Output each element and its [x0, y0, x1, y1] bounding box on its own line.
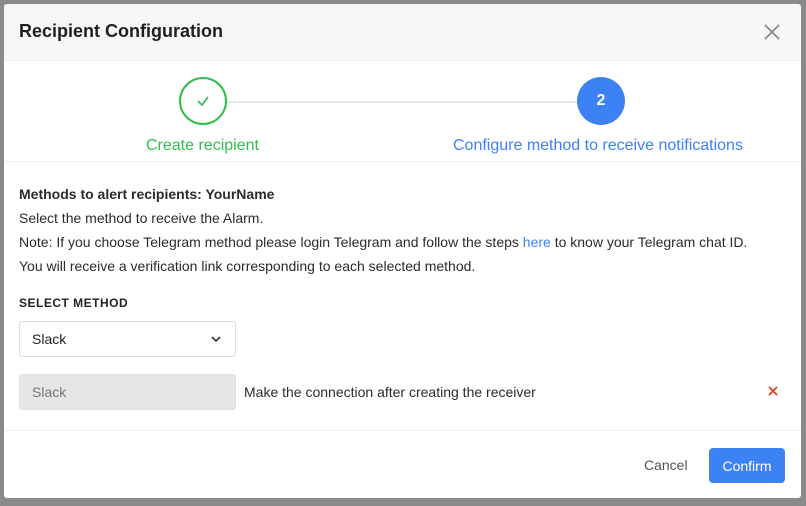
method-row-slack: Make the connection after creating the r… [19, 374, 786, 410]
method-select[interactable]: Slack [19, 321, 236, 357]
methods-heading: Methods to alert recipients: YourName [19, 186, 275, 202]
modal-footer: Cancel Confirm [4, 430, 801, 498]
telegram-note-suffix: to know your Telegram chat ID. [550, 234, 748, 250]
remove-method-button[interactable] [766, 384, 780, 398]
verification-text: You will receive a verification link cor… [19, 258, 476, 274]
telegram-note-prefix: Note: If you choose Telegram method plea… [19, 234, 523, 250]
modal-title: Recipient Configuration [19, 21, 223, 41]
close-icon [764, 24, 780, 40]
instruction-text: Select the method to receive the Alarm. [19, 210, 264, 226]
step-2-indicator: 2 [577, 77, 625, 125]
select-method-label: SELECT METHOD [19, 296, 129, 310]
step-1-indicator [179, 77, 227, 125]
check-icon [197, 96, 209, 107]
modal-header: Recipient Configuration [4, 4, 801, 61]
modal-body: Methods to alert recipients: YourName Se… [4, 162, 801, 410]
stepper: Create recipient 2 Configure method to r… [4, 61, 801, 162]
method-select-value: Slack [32, 331, 67, 347]
method-connection-note: Make the connection after creating the r… [244, 384, 536, 400]
close-icon [768, 386, 778, 396]
step-1-label: Create recipient [146, 137, 259, 154]
step-2-label: Configure method to receive notification… [453, 137, 743, 154]
slack-method-input[interactable] [19, 374, 236, 410]
telegram-note: Note: If you choose Telegram method plea… [19, 230, 786, 254]
telegram-help-link[interactable]: here [523, 234, 551, 250]
close-button[interactable] [761, 21, 783, 43]
chevron-down-icon [211, 336, 221, 343]
confirm-button[interactable]: Confirm [709, 448, 785, 483]
cancel-button[interactable]: Cancel [644, 457, 688, 473]
stepper-connector [226, 101, 578, 103]
recipient-configuration-modal: Recipient Configuration Create recipient… [4, 4, 801, 498]
